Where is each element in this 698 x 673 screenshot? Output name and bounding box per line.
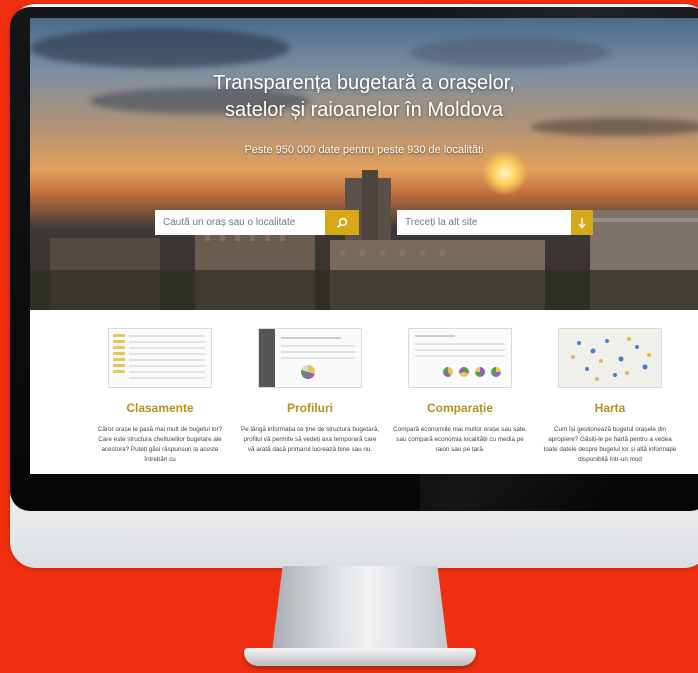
feature-card-rankings[interactable]: Clasamente Căror orașe le pasă mai mult …: [85, 310, 235, 465]
feature-title: Comparație: [426, 401, 494, 415]
feature-description: Cum își gestionează bugetul orașele din …: [543, 426, 677, 463]
feature-card-profiles[interactable]: Profiluri Pe lângă informația ce ține de…: [235, 310, 385, 455]
cloud: [410, 38, 610, 68]
features-section: Clasamente Căror orașe le pasă mai mult …: [30, 310, 698, 474]
title-line-2: satelor și raioanelor în Moldova: [225, 99, 503, 121]
search-icon: [336, 217, 348, 228]
feature-description: Pe lângă informația ce ține de structura…: [241, 426, 379, 453]
arrow-down-icon: [578, 217, 586, 229]
search-button[interactable]: [325, 210, 359, 235]
map-thumbnail: [558, 328, 662, 388]
hero-subtitle: Peste 950 000 date pentru peste 930 de l…: [244, 144, 484, 156]
site-switch-input[interactable]: [397, 210, 571, 235]
page-title: Transparența bugetară a orașelor, satelor…: [30, 70, 698, 124]
site-switcher: [397, 210, 593, 235]
monitor-stand-base: [244, 648, 476, 666]
feature-card-comparison[interactable]: Comparație Compară economiile mai multor…: [385, 310, 535, 455]
feature-description: Căror orașe le pasă mai mult de bugetul …: [97, 426, 223, 463]
rankings-thumbnail: [108, 328, 212, 388]
hero-banner: Transparența bugetară a orașelor, satelor…: [30, 18, 698, 310]
city-skyline: [30, 170, 698, 310]
map-dots: [571, 337, 651, 381]
feature-title: Clasamente: [126, 401, 194, 415]
feature-card-map[interactable]: Harta Cum își gestionează bugetul orașel…: [535, 310, 685, 465]
comparison-thumbnail: [408, 328, 512, 388]
locality-search: [155, 210, 359, 235]
search-input[interactable]: [155, 210, 325, 235]
profiles-thumbnail: [258, 328, 362, 388]
feature-description: Compară economiile mai multor orașe sau …: [393, 426, 527, 453]
monitor-stand: [272, 566, 448, 652]
cloud: [30, 28, 290, 68]
feature-title: Profiluri: [286, 401, 333, 415]
browser-screen: Transparența bugetară a orașelor, satelor…: [30, 18, 698, 474]
feature-title: Harta: [594, 401, 626, 415]
site-switch-button[interactable]: [571, 210, 593, 235]
title-line-1: Transparența bugetară a orașelor,: [213, 72, 515, 94]
